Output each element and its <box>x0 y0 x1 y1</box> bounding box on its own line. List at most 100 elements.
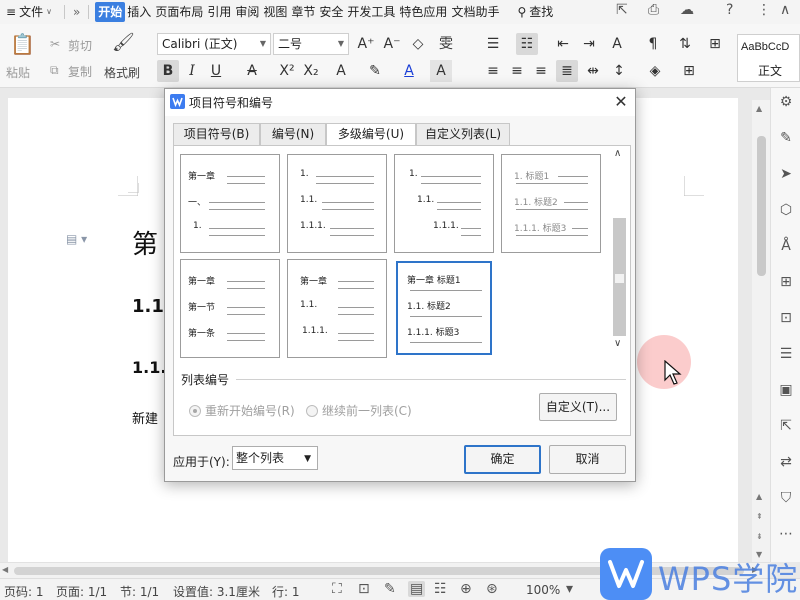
scroll-left-icon[interactable]: ◀ <box>2 565 8 574</box>
outline-view-icon[interactable]: ☷ <box>434 581 447 597</box>
tab-bullets[interactable]: 项目符号(B) <box>173 123 260 146</box>
shrink-font-icon[interactable]: A⁻ <box>381 33 403 55</box>
collapse-ribbon-icon[interactable]: ∧ <box>780 2 790 18</box>
tab-insert[interactable]: 插入 <box>125 2 153 22</box>
continue-list-radio[interactable]: 继续前一列表(C) <box>306 402 412 419</box>
tab-numbering[interactable]: 编号(N) <box>260 123 326 146</box>
char-shading-icon[interactable]: A <box>430 60 452 82</box>
scroll-up-icon[interactable]: ▲ <box>756 492 762 501</box>
close-icon[interactable]: ✕ <box>611 92 631 112</box>
eye-protect-icon[interactable]: ⊛ <box>486 581 498 597</box>
tab-doc-assistant[interactable]: 文档助手 <box>449 2 501 22</box>
help-icon[interactable]: ? <box>726 2 733 18</box>
italic-icon[interactable]: I <box>181 60 203 82</box>
bold-icon[interactable]: B <box>157 60 179 82</box>
tab-features[interactable]: 特色应用 <box>397 2 449 22</box>
shading-icon[interactable]: ◈ <box>644 60 666 82</box>
cut-button[interactable]: 剪切 <box>68 37 92 54</box>
bullet-list-icon[interactable]: ☰ <box>482 33 504 55</box>
distributed-icon[interactable]: ⇹ <box>582 60 604 82</box>
underline-icon[interactable]: U <box>205 60 227 82</box>
web-view-icon[interactable]: ⊕ <box>460 581 472 597</box>
strikethrough-icon[interactable]: A <box>241 60 263 82</box>
tab-security[interactable]: 安全 <box>317 2 345 22</box>
numbered-list-icon[interactable]: ☷ <box>516 33 538 55</box>
font-name-select[interactable]: Calibri (正文) ▼ <box>157 33 271 55</box>
doc-heading-3[interactable]: 1.1. <box>132 358 166 377</box>
doc-body-text[interactable]: 新建 <box>132 408 158 427</box>
vertical-scrollbar[interactable]: ▲ ▲ ⇞ ⇟ ▼ <box>752 100 770 562</box>
sliders-icon[interactable]: ☰ <box>776 344 796 364</box>
fullscreen-icon[interactable]: ⛶ <box>332 581 342 597</box>
tab-view[interactable]: 视图 <box>261 2 289 22</box>
justify-icon[interactable]: ≣ <box>556 60 578 82</box>
align-right-icon[interactable]: ≡ <box>530 60 552 82</box>
zoom-level[interactable]: 100% <box>526 583 560 597</box>
table-icon[interactable]: ⊞ <box>776 272 796 292</box>
scrollbar-thumb[interactable] <box>757 136 766 276</box>
page-down-icon[interactable]: ⇟ <box>756 532 763 541</box>
page-view-icon[interactable]: ▤ <box>408 581 426 597</box>
paragraph-handle-icon[interactable]: ▤ ▾ <box>66 232 87 246</box>
apps-icon[interactable]: ⊡ <box>776 308 796 328</box>
more-icon[interactable]: ⋯ <box>776 524 796 544</box>
paste-icon[interactable]: 📋 <box>10 32 35 56</box>
shield-icon[interactable]: ⛉ <box>776 488 796 508</box>
search-box[interactable]: ⚲ 查找 <box>515 2 555 22</box>
chinese-layout-icon[interactable]: A <box>606 33 628 55</box>
restart-numbering-radio[interactable]: 重新开始编号(R) <box>189 402 295 419</box>
doc-heading-1[interactable]: 第 <box>132 224 158 261</box>
show-marks-icon[interactable]: ¶ <box>642 33 664 55</box>
align-center-icon[interactable]: ≡ <box>506 60 528 82</box>
gallery-item[interactable]: 第一章 一、 1. <box>180 154 280 253</box>
table-borders-icon[interactable]: ⊞ <box>678 60 700 82</box>
style-icon[interactable]: Å <box>776 236 796 256</box>
paste-button[interactable]: 粘贴 <box>6 64 30 81</box>
gallery-item-selected[interactable]: 第一章 标题1 1.1. 标题2 1.1.1. 标题3 <box>396 261 492 355</box>
shapes-icon[interactable]: ⬡ <box>776 200 796 220</box>
tab-custom-list[interactable]: 自定义列表(L) <box>416 123 510 146</box>
gallery-item[interactable]: 1. 1.1. 1.1.1. <box>394 154 494 253</box>
tab-home[interactable]: 开始 <box>95 2 126 22</box>
subscript-icon[interactable]: X₂ <box>300 60 322 82</box>
gallery-item[interactable]: 1. 1.1. 1.1.1. <box>287 154 387 253</box>
grow-font-icon[interactable]: A⁺ <box>355 33 377 55</box>
borders-icon[interactable]: ⊞ <box>704 33 726 55</box>
tab-multilevel[interactable]: 多级编号(U) <box>326 123 416 147</box>
align-left-icon[interactable]: ≡ <box>482 60 504 82</box>
status-setting[interactable]: 设置值: 3.1厘米 <box>173 583 260 600</box>
text-effect-icon[interactable]: A <box>330 60 352 82</box>
font-size-select[interactable]: 二号 ▼ <box>273 33 349 55</box>
superscript-icon[interactable]: X² <box>276 60 298 82</box>
tab-chapter[interactable]: 章节 <box>289 2 317 22</box>
customize-button[interactable]: 自定义(T)... <box>539 393 617 421</box>
copy-button[interactable]: 复制 <box>68 63 92 80</box>
tab-page-layout[interactable]: 页面布局 <box>153 2 205 22</box>
decrease-indent-icon[interactable]: ⇤ <box>552 33 574 55</box>
tune-icon[interactable]: ⚙ <box>776 92 796 112</box>
font-color-icon[interactable]: A <box>398 60 420 82</box>
lock-icon[interactable]: ⎙ <box>648 2 659 18</box>
image-icon[interactable]: ▣ <box>776 380 796 400</box>
tab-references[interactable]: 引用 <box>205 2 233 22</box>
style-gallery-normal[interactable]: AaBbCcD 正文 <box>737 34 800 82</box>
export-icon[interactable]: ⇱ <box>776 416 796 436</box>
scroll-down-icon[interactable]: ∨ <box>614 338 621 349</box>
page-up-icon[interactable]: ⇞ <box>756 512 763 521</box>
status-page-number[interactable]: 页码: 1 <box>4 583 44 600</box>
select-icon[interactable]: ➤ <box>776 164 796 184</box>
share-icon[interactable]: ⇱ <box>616 2 628 18</box>
format-painter-button[interactable]: 格式刷 <box>104 64 140 81</box>
dialog-titlebar[interactable]: 项目符号和编号 ✕ <box>165 89 635 116</box>
increase-indent-icon[interactable]: ⇥ <box>578 33 600 55</box>
gallery-scrollbar[interactable]: ∧ ∨ <box>611 148 627 355</box>
write-mode-icon[interactable]: ✎ <box>384 581 396 597</box>
tab-review[interactable]: 审阅 <box>233 2 261 22</box>
gallery-item[interactable]: 第一章 1.1. 1.1.1. <box>287 259 387 358</box>
status-row[interactable]: 行: 1 <box>272 583 300 600</box>
apply-to-select[interactable]: 整个列表 ▼ <box>232 446 318 470</box>
status-pages[interactable]: 页面: 1/1 <box>56 583 107 600</box>
reading-mode-icon[interactable]: ⊡ <box>358 581 370 597</box>
gallery-item[interactable]: 1. 标题1 1.1. 标题2 1.1.1. 标题3 <box>501 154 601 253</box>
zoom-dropdown-icon[interactable]: ▾ <box>566 581 573 597</box>
